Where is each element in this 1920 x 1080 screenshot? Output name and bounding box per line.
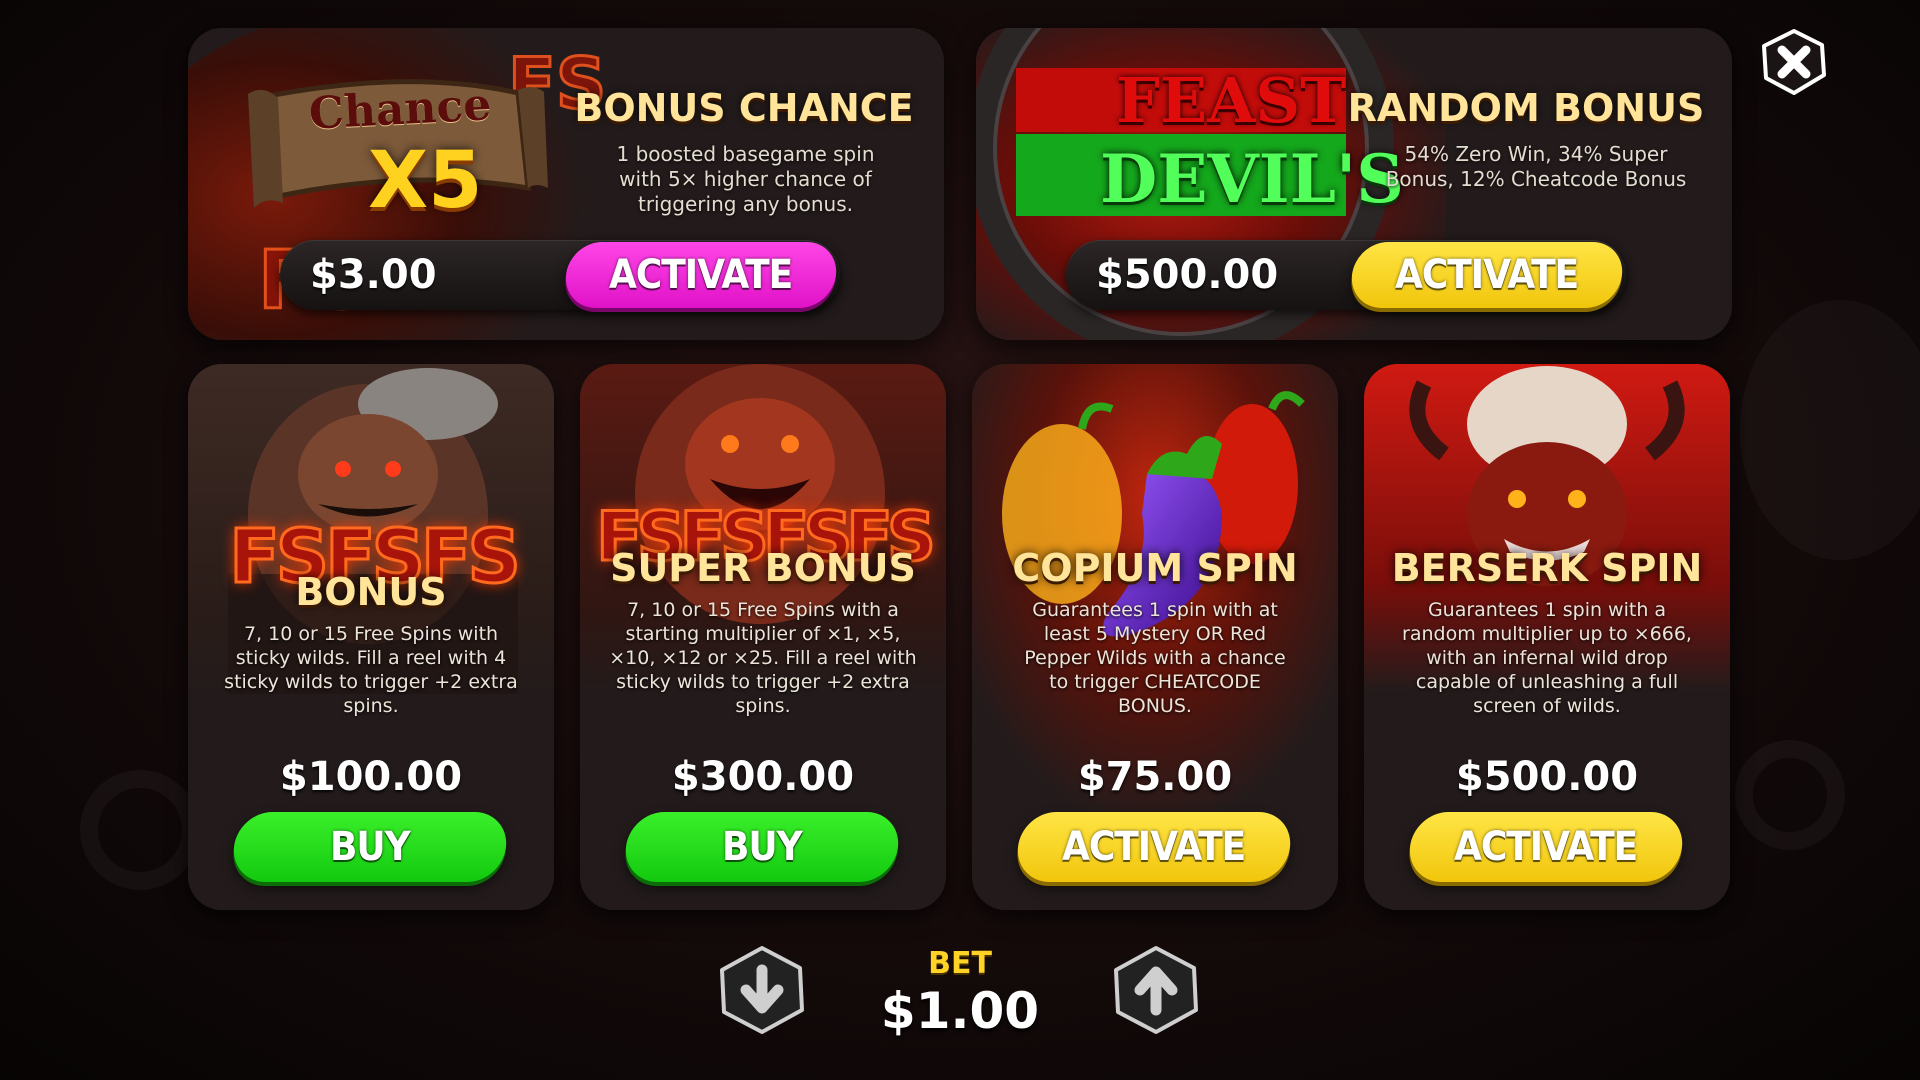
description-line: sticky wilds to trigger +2 extra — [224, 671, 518, 693]
increase-bet-button[interactable] — [1110, 944, 1202, 1036]
card-description: Guarantees 1 spin with at least 5 Myster… — [988, 598, 1322, 718]
bet-value: $1.00 — [880, 982, 1040, 1040]
card-title: BONUS — [295, 570, 447, 614]
description-line: random multiplier up to ×666, — [1402, 623, 1692, 645]
buy-button-label: BUY — [722, 824, 802, 870]
description-line: ×10, ×12 or ×25. Fill a reel with — [609, 647, 917, 669]
description-line: sticky wilds to trigger +2 extra — [616, 671, 910, 693]
copium-spin-card: COPIUM SPIN Guarantees 1 spin with at le… — [972, 364, 1338, 910]
description-line: Pepper Wilds with a chance — [1024, 647, 1286, 669]
card-price: $500.00 — [1455, 754, 1639, 800]
card-description: Guarantees 1 spin with a random multipli… — [1380, 598, 1714, 718]
activate-button-label: ACTIVATE — [1395, 252, 1579, 298]
card-price: $100.00 — [279, 754, 463, 800]
description-line: Guarantees 1 spin with at — [1032, 599, 1278, 621]
activate-button-label: ACTIVATE — [1062, 824, 1246, 870]
card-description: 7, 10 or 15 Free Spins with a starting m… — [596, 598, 930, 718]
offer-price: $3.00 — [310, 252, 437, 298]
buy-button[interactable]: BUY — [622, 812, 902, 882]
activate-button-label: ACTIVATE — [609, 252, 793, 298]
card-price: $75.00 — [1077, 754, 1233, 800]
description-line: Guarantees 1 spin with a — [1427, 599, 1667, 621]
card-title: BERSERK SPIN — [1391, 546, 1703, 590]
description-line: capable of unleashing a full — [1415, 671, 1679, 693]
background-autoplay-ring — [1735, 740, 1845, 850]
description-line: with 5× higher chance of — [619, 167, 872, 191]
offer-description: 1 boosted basegame spin with 5× higher c… — [568, 142, 923, 217]
description-line: screen of wilds. — [1473, 695, 1621, 717]
description-line: BONUS. — [1118, 695, 1192, 717]
description-line: 7, 10 or 15 Free Spins with a — [627, 599, 899, 621]
description-line: spins. — [735, 695, 791, 717]
close-button[interactable] — [1760, 28, 1828, 96]
description-line: Bonus, 12% Cheatcode Bonus — [1385, 167, 1687, 191]
feast-art-label: FEAST — [1116, 64, 1347, 137]
card-title: SUPER BONUS — [610, 546, 916, 590]
activate-button-label: ACTIVATE — [1454, 824, 1638, 870]
description-line: 7, 10 or 15 Free Spins with — [243, 623, 499, 645]
price-pill: $3.00 ACTIVATE — [280, 240, 840, 310]
card-title: COPIUM SPIN — [1012, 546, 1298, 590]
activate-button[interactable]: ACTIVATE — [562, 242, 840, 308]
description-line: 54% Zero Win, 34% Super — [1404, 142, 1668, 166]
offer-title: RANDOM BONUS — [1347, 86, 1705, 130]
bonus-card: FSFSFS BONUS 7, 10 or 15 Free Spins with… — [188, 364, 554, 910]
background-character — [1740, 300, 1920, 560]
description-line: starting multiplier of ×1, ×5, — [625, 623, 901, 645]
close-icon — [1762, 29, 1826, 95]
arrow-down-icon — [720, 946, 804, 1034]
buy-button-label: BUY — [330, 824, 410, 870]
activate-button[interactable]: ACTIVATE — [1014, 812, 1294, 882]
super-bonus-card: FSFSFSFS SUPER BONUS 7, 10 or 15 Free Sp… — [580, 364, 946, 910]
bonus-chance-panel: FS FS Chance X5 BONUS CHANCE 1 boosted b… — [188, 28, 944, 340]
description-line: sticky wilds. Fill a reel with 4 — [235, 647, 507, 669]
activate-button[interactable]: ACTIVATE — [1406, 812, 1686, 882]
description-line: spins. — [343, 695, 399, 717]
card-price: $300.00 — [671, 754, 855, 800]
card-description: 7, 10 or 15 Free Spins with sticky wilds… — [204, 622, 538, 718]
berserk-spin-card: BERSERK SPIN Guarantees 1 spin with a ra… — [1364, 364, 1730, 910]
price-pill: $500.00 ACTIVATE — [1066, 240, 1626, 310]
description-line: 1 boosted basegame spin — [616, 142, 875, 166]
offer-price: $500.00 — [1096, 252, 1279, 298]
description-line: least 5 Mystery OR Red — [1043, 623, 1267, 645]
offer-description: 54% Zero Win, 34% Super Bonus, 12% Cheat… — [1346, 142, 1726, 192]
buy-button[interactable]: BUY — [230, 812, 510, 882]
arrow-up-icon — [1114, 946, 1198, 1034]
description-line: with an infernal wild drop — [1426, 647, 1668, 669]
decrease-bet-button[interactable] — [716, 944, 808, 1036]
background-spin-ring — [80, 770, 200, 890]
random-bonus-panel: FEAST DEVIL'S RANDOM BONUS 54% Zero Win,… — [976, 28, 1732, 340]
x5-art-label: X5 — [368, 136, 483, 226]
description-line: triggering any bonus. — [637, 192, 853, 216]
offer-title: BONUS CHANCE — [574, 86, 914, 130]
description-line: to trigger CHEATCODE — [1049, 671, 1261, 693]
activate-button[interactable]: ACTIVATE — [1348, 242, 1626, 308]
bet-label: BET — [928, 946, 992, 981]
